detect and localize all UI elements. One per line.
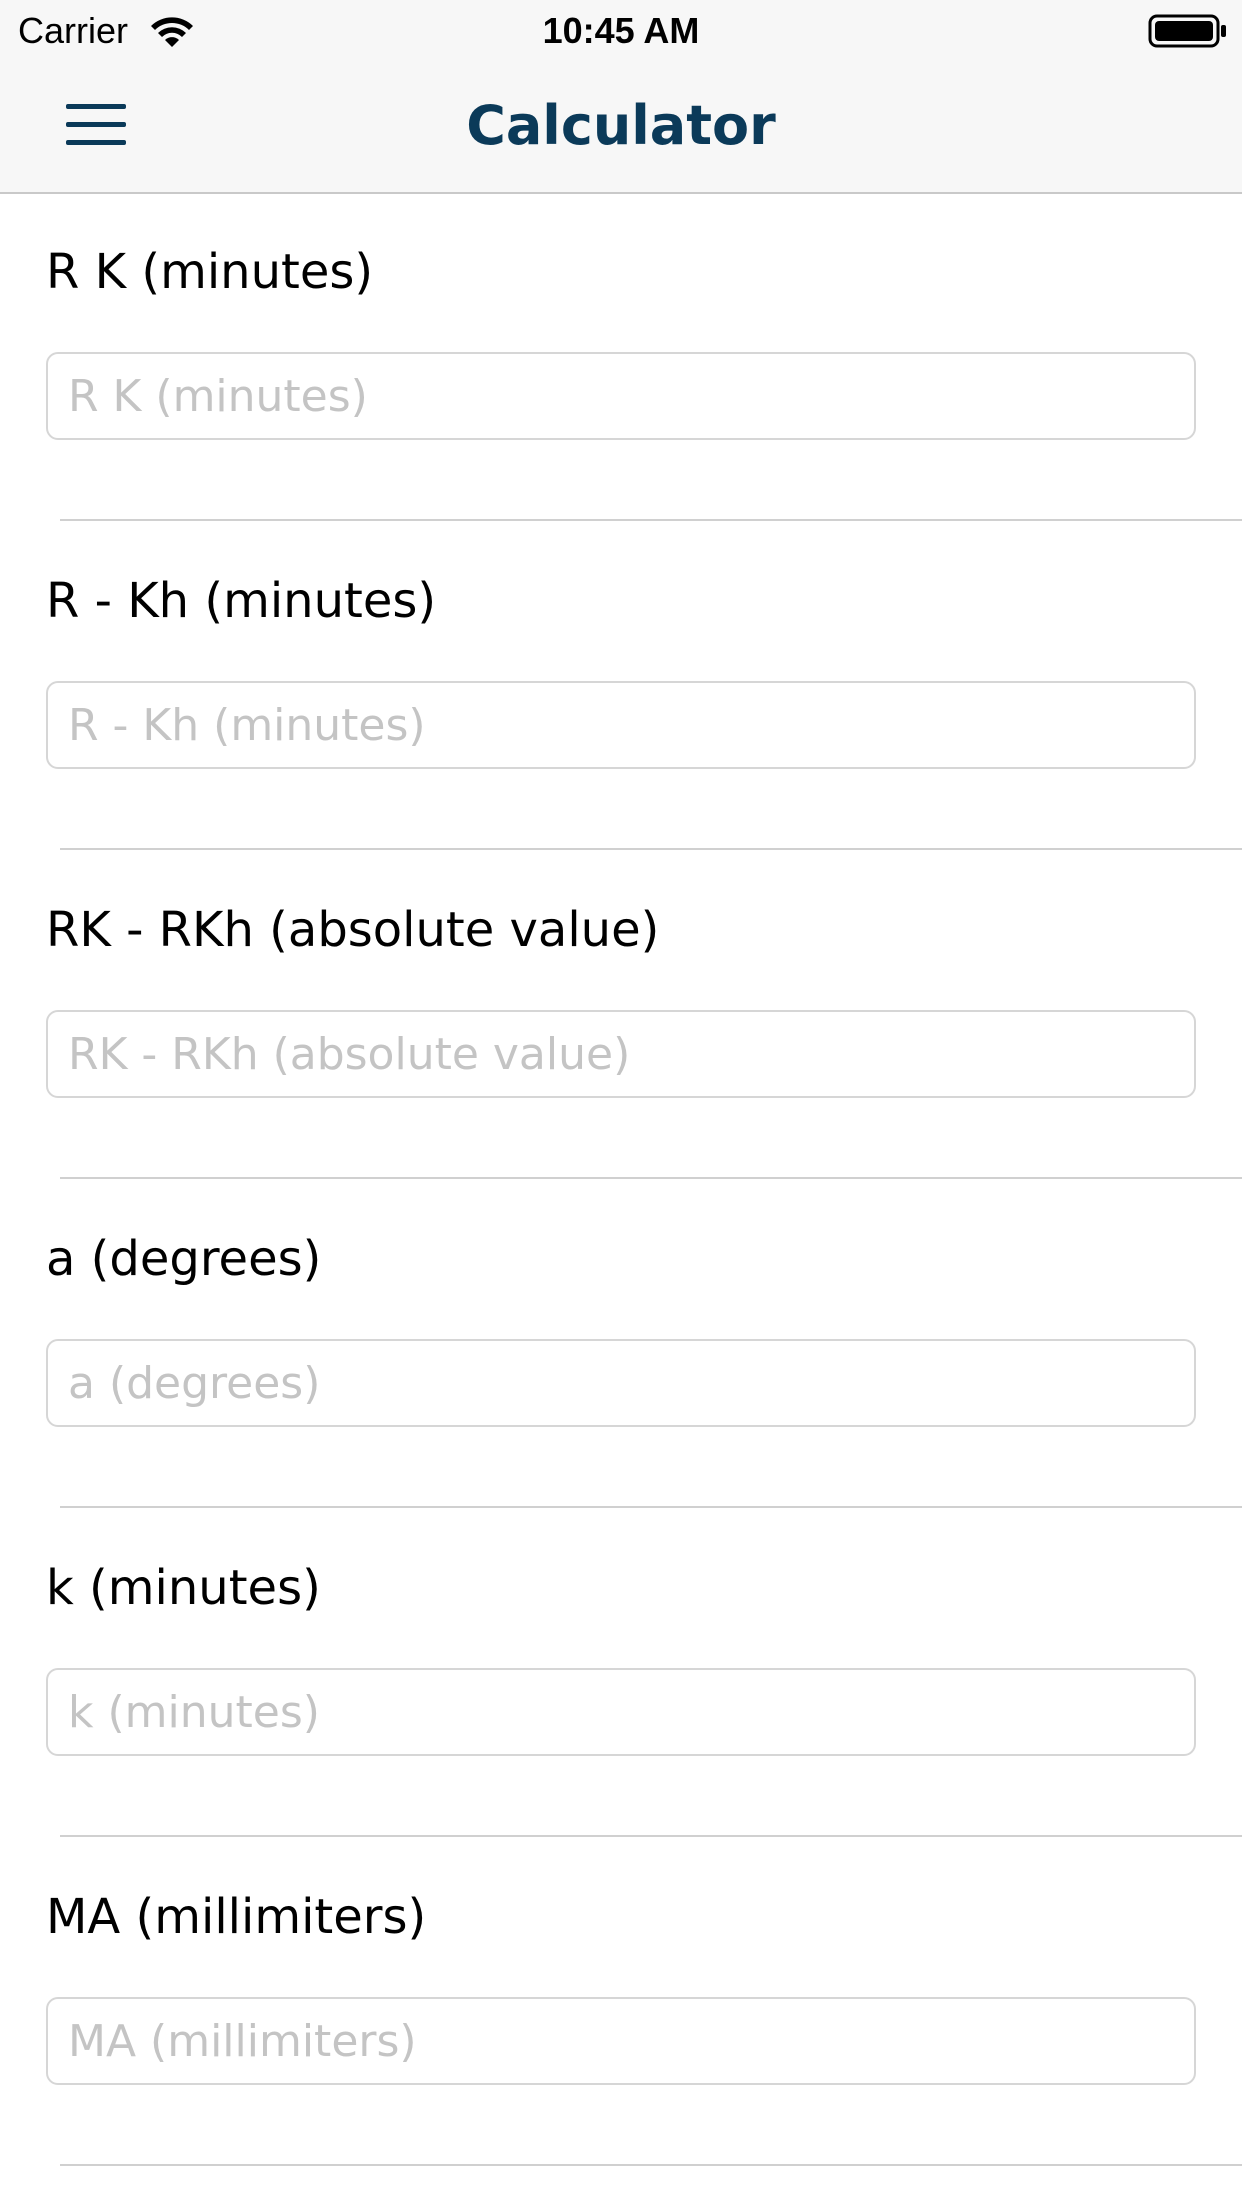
field-r-kh-minutes: R - Kh (minutes) (0, 523, 1242, 852)
ma-millimiters-input[interactable] (46, 1997, 1196, 2085)
divider (60, 519, 1242, 521)
field-label: RK - RKh (absolute value) (46, 902, 660, 958)
divider (60, 1177, 1242, 1179)
divider (60, 848, 1242, 850)
hamburger-menu-icon[interactable] (66, 102, 126, 148)
status-bar: Carrier 10:45 AM (0, 0, 1242, 60)
r-kh-minutes-input[interactable] (46, 681, 1196, 769)
divider (60, 1506, 1242, 1508)
field-ma-millimiters: MA (millimiters) (0, 1839, 1242, 2168)
field-a-degrees: a (degrees) (0, 1181, 1242, 1510)
field-label: a (degrees) (46, 1231, 322, 1287)
status-time: 10:45 AM (542, 10, 700, 51)
divider (60, 1835, 1242, 1837)
rk-rkh-absolute-input[interactable] (46, 1010, 1196, 1098)
page-title: Calculator (466, 94, 776, 157)
battery-full-icon (1148, 14, 1226, 48)
rk-minutes-input[interactable] (46, 352, 1196, 440)
field-label: MA (millimiters) (46, 1889, 427, 1945)
divider (60, 2164, 1242, 2166)
field-k-minutes: k (minutes) (0, 1510, 1242, 1839)
field-rk-rkh-absolute: RK - RKh (absolute value) (0, 852, 1242, 1181)
k-minutes-input[interactable] (46, 1668, 1196, 1756)
field-label: R K (minutes) (46, 244, 374, 300)
navigation-bar: Calculator (0, 60, 1242, 194)
a-degrees-input[interactable] (46, 1339, 1196, 1427)
calculator-form: R K (minutes) R - Kh (minutes) RK - RKh … (0, 194, 1242, 2168)
field-label: k (minutes) (46, 1560, 321, 1616)
field-label: R - Kh (minutes) (46, 573, 437, 629)
field-rk-minutes: R K (minutes) (0, 194, 1242, 523)
